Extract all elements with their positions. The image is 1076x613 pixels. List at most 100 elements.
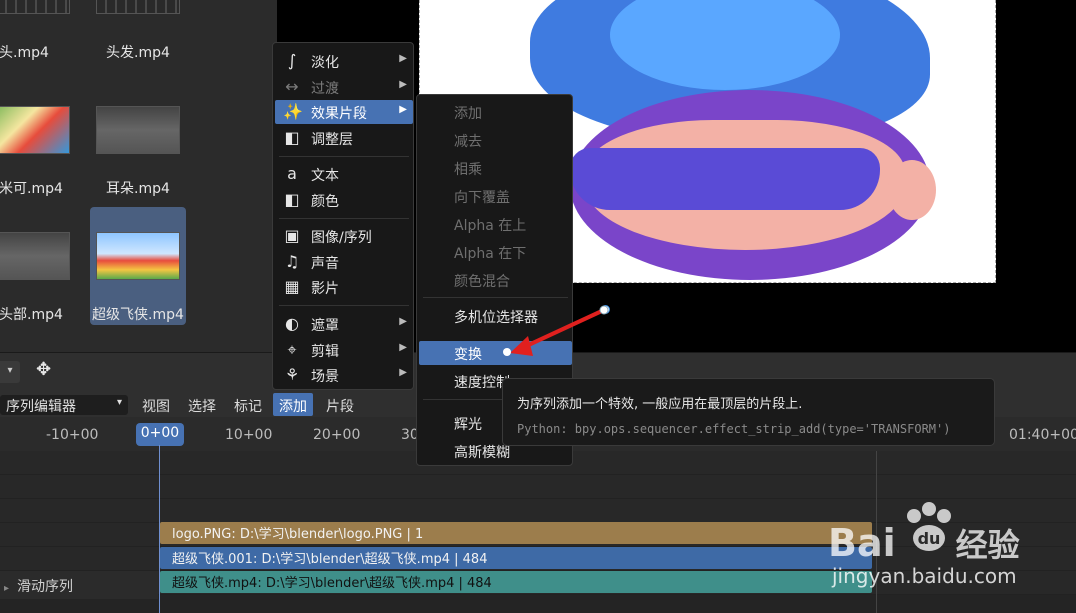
clip-icon: ⌖: [287, 340, 297, 359]
add-menu: ∫ 淡化 ▶ ↔ 过渡 ▶ ✨ 效果片段 ▶ ◧ 调整层 a 文本 ◧ 颜色 ▣…: [272, 42, 414, 390]
add-menu-item-image-sequence[interactable]: ▣ 图像/序列: [275, 224, 413, 248]
file-thumbnail: [96, 232, 180, 280]
strip-movie[interactable]: 超级飞侠.mp4: D:\学习\blender\超级飞侠.mp4 | 484: [160, 571, 872, 593]
strip-image[interactable]: logo.PNG: D:\学习\blender\logo.PNG | 1: [160, 522, 872, 544]
effect-item-over-drop[interactable]: 向下覆盖: [419, 184, 572, 208]
chevron-right-icon: ▶: [399, 316, 407, 327]
menu-divider: [279, 305, 409, 306]
transform-handle[interactable]: [601, 305, 610, 314]
editor-type-label: 序列编辑器: [6, 399, 76, 415]
svg-text:du: du: [918, 529, 941, 548]
fade-curve-icon: ∫: [287, 51, 297, 70]
file-thumbnail: [0, 232, 70, 280]
text-icon: a: [287, 164, 297, 183]
effect-sparkle-icon: ✨: [283, 102, 303, 121]
playhead[interactable]: [159, 445, 160, 613]
chevron-right-icon: ▸: [4, 583, 10, 594]
time-tick: -10+00: [46, 427, 99, 443]
effect-item-alpha-over[interactable]: Alpha 在上: [419, 212, 572, 236]
chevron-right-icon: ▶: [399, 79, 407, 90]
time-tick: 10+00: [225, 427, 273, 443]
menu-item-label: 场景: [311, 369, 339, 385]
menu-item-label: 淡化: [311, 55, 339, 71]
tooltip: 为序列添加一个特效, 一般应用在最顶层的片段上. Python: bpy.ops…: [502, 378, 995, 446]
add-menu-item-scene[interactable]: ⚘ 场景 ▶: [275, 363, 413, 387]
chevron-down-icon[interactable]: ▾: [0, 361, 20, 383]
time-tick: 01:40+00: [1009, 427, 1076, 443]
menu-item-label: 调整层: [311, 132, 353, 148]
transition-arrows-icon: ↔: [285, 77, 299, 96]
time-tick: 20+00: [313, 427, 361, 443]
menu-item-label: 声音: [311, 256, 339, 272]
menu-item-label: 图像/序列: [311, 230, 372, 246]
effect-item-add[interactable]: 添加: [419, 100, 572, 124]
add-menu-item-effect-strip[interactable]: ✨ 效果片段 ▶: [275, 100, 413, 124]
sidebar-panel-label: 滑动序列: [17, 579, 74, 595]
file-browser: 头.mp4 头发.mp4 乐米可.mp4 耳朵.mp4 整头部.mp4 超级飞侠…: [0, 0, 277, 352]
chevron-right-icon: ▶: [399, 367, 407, 378]
chevron-right-icon: ▶: [399, 342, 407, 353]
scene-icon: ⚘: [284, 365, 300, 384]
paw-logo-icon: du: [907, 502, 951, 551]
file-item-selected[interactable]: 超级飞侠.mp4: [90, 207, 186, 325]
color-icon: ◧: [284, 190, 300, 209]
effect-item-color-mix[interactable]: 颜色混合: [419, 268, 572, 292]
file-label: 耳朵.mp4: [106, 181, 170, 197]
add-menu-item-text[interactable]: a 文本: [275, 162, 413, 186]
file-item[interactable]: 耳朵.mp4: [90, 72, 186, 197]
file-label: 超级飞侠.mp4: [92, 307, 184, 323]
character-glasses: [570, 148, 880, 210]
add-menu-item-transition[interactable]: ↔ 过渡 ▶: [275, 75, 413, 99]
menu-divider: [279, 218, 409, 219]
file-thumbnail: [0, 0, 70, 14]
add-menu-item-movie[interactable]: ▦ 影片: [275, 275, 413, 299]
move-tool-icon[interactable]: ✥: [36, 359, 62, 385]
menu-item-label: 遮罩: [311, 318, 339, 334]
watermark-url: jingyan.baidu.com: [832, 564, 1017, 588]
tooltip-python: Python: bpy.ops.sequencer.effect_strip_a…: [517, 422, 951, 436]
effect-item-multicam[interactable]: 多机位选择器: [419, 304, 572, 328]
menu-view[interactable]: 视图: [136, 393, 176, 416]
sound-icon: ♫: [284, 252, 300, 271]
file-label: 头.mp4: [0, 45, 49, 61]
add-menu-item-fade[interactable]: ∫ 淡化 ▶: [275, 49, 413, 73]
strip-effect[interactable]: 超级飞侠.001: D:\学习\blender\超级飞侠.mp4 | 484: [160, 547, 872, 569]
menu-divider: [279, 156, 409, 157]
editor-type-dropdown[interactable]: 序列编辑器 ▾: [0, 395, 128, 415]
menu-item-label: 影片: [311, 281, 339, 297]
menu-select[interactable]: 选择: [182, 393, 222, 416]
add-menu-item-mask[interactable]: ◐ 遮罩 ▶: [275, 312, 413, 336]
file-item[interactable]: 头.mp4: [0, 0, 76, 64]
effect-item-multiply[interactable]: 相乘: [419, 156, 572, 180]
menu-divider: [423, 297, 568, 298]
menu-item-label: 效果片段: [311, 106, 367, 122]
add-menu-item-clip[interactable]: ⌖ 剪辑 ▶: [275, 338, 413, 362]
menu-marker[interactable]: 标记: [228, 393, 268, 416]
tooltip-description: 为序列添加一个特效, 一般应用在最顶层的片段上.: [517, 397, 803, 412]
effect-item-alpha-under[interactable]: Alpha 在下: [419, 240, 572, 264]
file-item[interactable]: 头发.mp4: [90, 0, 186, 64]
file-label: 头发.mp4: [106, 45, 170, 61]
file-label: 整头部.mp4: [0, 307, 63, 323]
file-thumbnail: [0, 106, 70, 154]
menu-item-label: 文本: [311, 168, 339, 184]
character-ear: [888, 160, 936, 220]
file-item[interactable]: 整头部.mp4: [0, 198, 76, 323]
add-menu-item-sound[interactable]: ♫ 声音: [275, 250, 413, 274]
image-icon: ▣: [284, 226, 300, 245]
menu-item-label: 剪辑: [311, 344, 339, 360]
add-menu-item-adjustment-layer[interactable]: ◧ 调整层: [275, 126, 413, 150]
menu-strip[interactable]: 片段: [320, 393, 360, 416]
file-thumbnail: [96, 0, 180, 14]
file-item[interactable]: 乐米可.mp4: [0, 72, 76, 197]
file-label: 乐米可.mp4: [0, 181, 63, 197]
track-channel: [0, 475, 1076, 499]
menu-add[interactable]: 添加: [273, 393, 313, 416]
current-frame-indicator[interactable]: 0+00: [136, 423, 184, 446]
file-thumbnail: [96, 106, 180, 154]
add-menu-item-color[interactable]: ◧ 颜色: [275, 188, 413, 212]
adjustment-layer-icon: ◧: [284, 128, 300, 147]
sidebar-panel[interactable]: ▸ 滑动序列: [0, 571, 158, 599]
effect-item-subtract[interactable]: 减去: [419, 128, 572, 152]
effect-item-transform[interactable]: 变换: [419, 341, 572, 365]
